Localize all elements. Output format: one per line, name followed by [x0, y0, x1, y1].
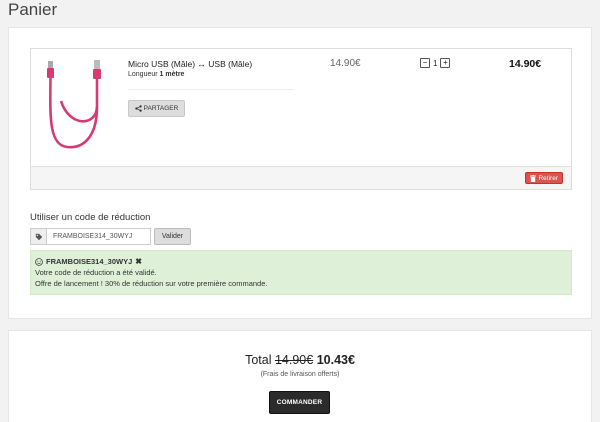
- usb-a-housing: [93, 69, 101, 79]
- page-title: Panier: [8, 0, 58, 19]
- cart-item-footer: Retirer: [31, 166, 571, 189]
- quantity-value: 1: [433, 58, 438, 68]
- order-button[interactable]: COMMANDER: [269, 391, 330, 414]
- total-line: Total 14.90€ 10.43€: [9, 353, 591, 367]
- micro-usb-plug: [48, 61, 53, 69]
- share-icon: [134, 105, 142, 112]
- length-value: 1 mètre: [159, 71, 185, 78]
- length-label: Longueur: [128, 71, 158, 78]
- remove-label: Retirer: [538, 174, 558, 182]
- cart-item: Micro USB (Mâle) ↔ USB (Mâle) Longueur 1…: [30, 48, 572, 190]
- cable-loop: [48, 77, 99, 149]
- quantity-increase-button[interactable]: +: [440, 58, 451, 68]
- coupon-heading: Utiliser un code de réduction: [30, 212, 151, 223]
- order-summary-panel: Total 14.90€ 10.43€ (Frais de livraison …: [8, 330, 592, 422]
- share-label: PARTAGER: [143, 105, 179, 112]
- cable-loop-inner: [59, 100, 99, 123]
- item-divider: [128, 89, 294, 90]
- unit-price: 14.90€: [330, 58, 361, 69]
- micro-usb-housing: [47, 68, 54, 78]
- product-length: Longueur 1 mètre: [128, 71, 184, 78]
- new-total: 10.43€: [316, 353, 355, 367]
- share-button[interactable]: PARTAGER: [128, 100, 185, 117]
- usb-cable-image: [47, 60, 101, 149]
- coupon-success-alert: FRAMBOISE314_30WYJ ✖ Votre code de réduc…: [30, 250, 572, 295]
- cart-panel: Micro USB (Mâle) ↔ USB (Mâle) Longueur 1…: [8, 27, 592, 319]
- alert-code: FRAMBOISE314_30WYJ: [46, 257, 133, 266]
- alert-line-validated: Votre code de réduction a été validé.: [35, 268, 157, 277]
- total-label: Total: [245, 353, 272, 367]
- usb-a-plug: [94, 60, 100, 70]
- coupon-form: Valider: [30, 228, 191, 245]
- apply-coupon-button[interactable]: Valider: [154, 228, 191, 245]
- line-total: 14.90€: [509, 58, 542, 70]
- smile-icon: [35, 257, 43, 266]
- remove-coupon-icon[interactable]: ✖: [135, 256, 142, 267]
- old-total: 14.90€: [274, 353, 314, 367]
- shipping-note: (Frais de livraison offerts): [260, 371, 340, 378]
- remove-item-button[interactable]: Retirer: [525, 172, 563, 184]
- coupon-code-input[interactable]: [47, 228, 151, 245]
- quantity-decrease-button[interactable]: −: [420, 58, 430, 68]
- tag-icon: [30, 228, 47, 245]
- alert-line-offer: Offre de lancement ! 30% de réduction su…: [35, 279, 268, 288]
- product-name[interactable]: Micro USB (Mâle) ↔ USB (Mâle): [128, 59, 252, 69]
- alert-code-line: FRAMBOISE314_30WYJ ✖: [35, 256, 567, 267]
- quantity-stepper: − 1 +: [420, 58, 451, 68]
- trash-icon: [530, 174, 537, 182]
